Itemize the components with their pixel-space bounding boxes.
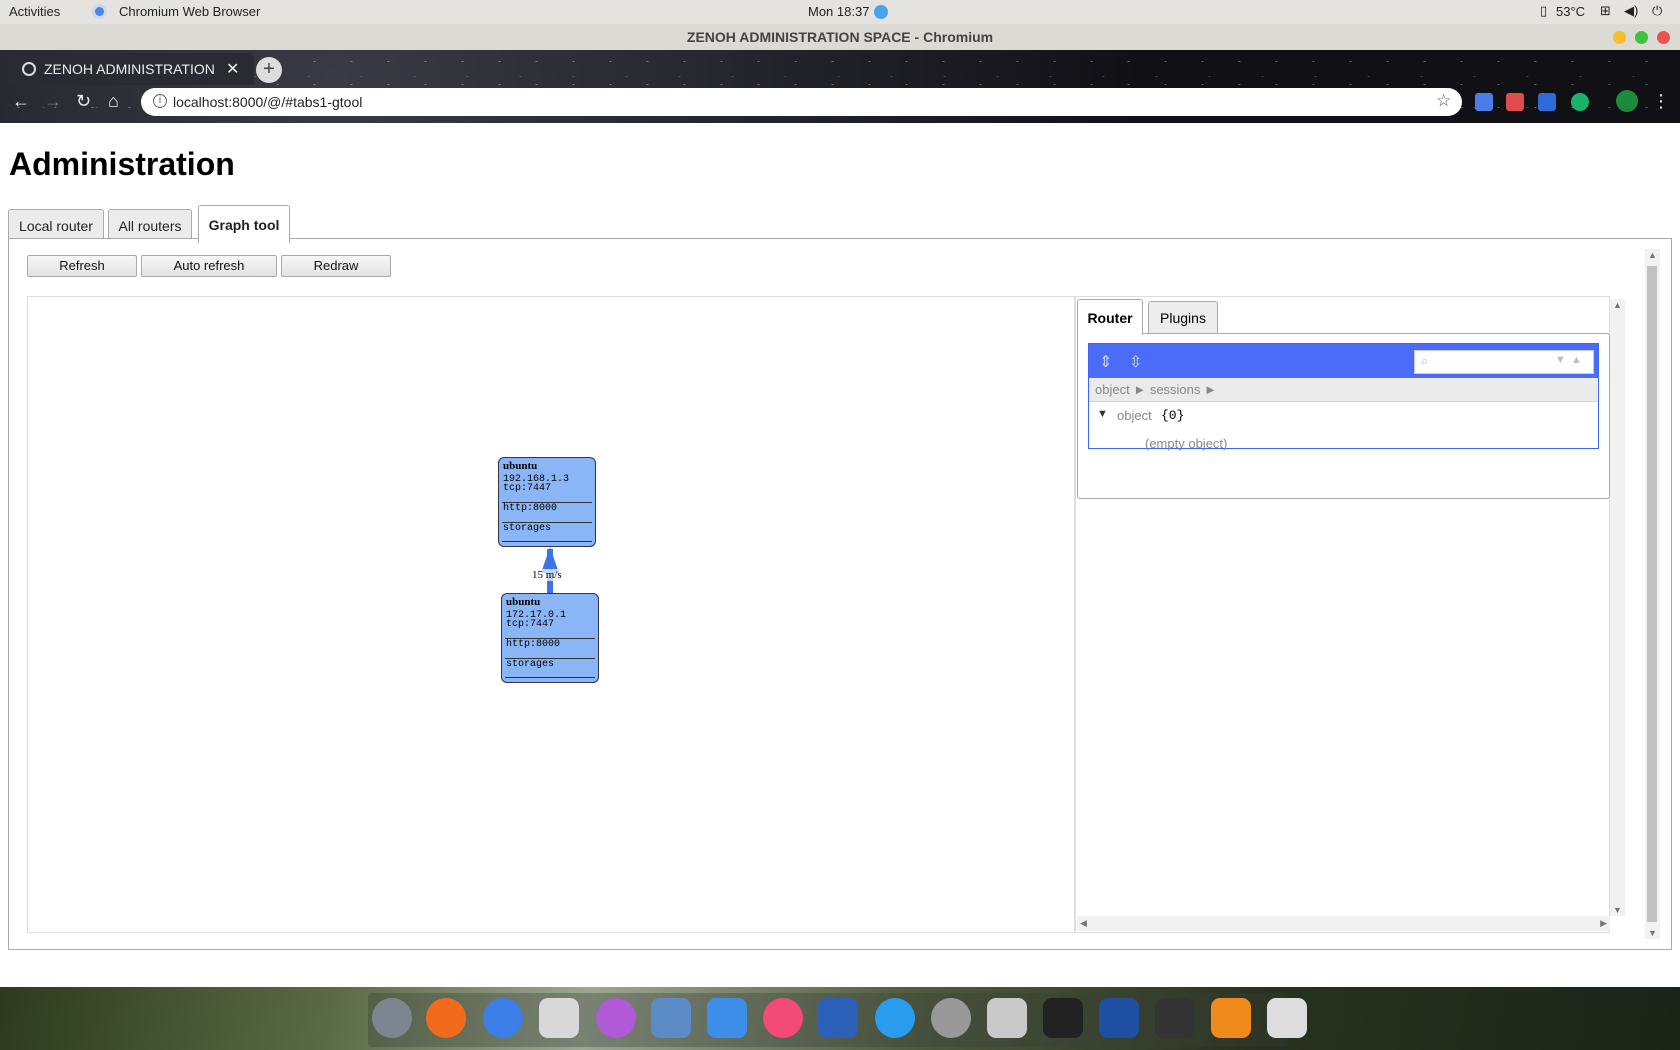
page-title: Administration <box>9 146 235 182</box>
home-button[interactable]: ⌂ <box>108 91 119 112</box>
app-icon[interactable] <box>596 998 636 1038</box>
node-divider <box>502 541 592 542</box>
app-menu[interactable]: Chromium Web Browser <box>119 4 260 19</box>
app-store-icon[interactable] <box>875 998 915 1038</box>
tab-title: ZENOH ADMINISTRATION <box>44 61 215 77</box>
volume-icon[interactable]: ◀) <box>1624 3 1638 19</box>
browser-tab[interactable]: ZENOH ADMINISTRATION ✕ <box>8 53 254 85</box>
scrollbar-thumb[interactable] <box>1647 266 1657 922</box>
monitor-icon[interactable] <box>1099 998 1139 1038</box>
translate-extension-icon[interactable] <box>1475 93 1493 111</box>
photos-icon[interactable] <box>651 998 691 1038</box>
node-locator: tcp:7447 <box>506 619 555 630</box>
breadcrumb-sessions[interactable]: sessions <box>1150 382 1201 397</box>
url-text: localhost:8000/@/#tabs1-gtool <box>173 94 363 110</box>
detail-horizontal-scrollbar[interactable]: ◀ ▶ <box>1077 916 1610 931</box>
back-button[interactable]: ← <box>12 91 30 112</box>
extension-icon[interactable] <box>1538 93 1556 111</box>
empty-object-text: (empty object) <box>1145 436 1228 451</box>
sublime-icon[interactable] <box>1155 998 1195 1038</box>
profile-avatar[interactable] <box>1616 90 1638 112</box>
node-name: ubuntu <box>506 596 541 608</box>
json-editor: ⇕ ⇳ ⌕ ▼ ▲ object ► sessions ► ▼ object {… <box>1088 343 1599 451</box>
power-icon[interactable]: ⏻ <box>1652 3 1662 19</box>
scroll-left-icon[interactable]: ◀ <box>1080 918 1087 929</box>
chromium-app-icon <box>92 4 107 19</box>
close-tab-icon[interactable]: ✕ <box>226 59 239 79</box>
extension-icon[interactable] <box>1506 93 1524 111</box>
expand-toggle-icon[interactable]: ▼ <box>1097 408 1108 420</box>
refresh-button[interactable]: Refresh <box>27 255 137 277</box>
settings-icon[interactable] <box>931 998 971 1038</box>
scroll-up-icon[interactable]: ▲ <box>1648 250 1657 260</box>
breadcrumb-separator-icon: ► <box>1204 382 1217 397</box>
scroll-right-icon[interactable]: ▶ <box>1600 918 1607 929</box>
node-storages: storages <box>506 659 555 670</box>
json-breadcrumb: object ► sessions ► <box>1089 378 1598 402</box>
reload-button[interactable]: ↻ <box>76 91 91 112</box>
redraw-button[interactable]: Redraw <box>281 255 391 277</box>
graph-node[interactable]: ubuntu 192.168.1.3 tcp:7447 http:8000 st… <box>498 457 596 547</box>
graph-node[interactable]: ubuntu 172.17.0.1 tcp:7447 http:8000 sto… <box>501 593 599 683</box>
clock[interactable]: Mon 18:37 <box>808 4 869 19</box>
tab-router[interactable]: Router <box>1077 299 1143 335</box>
browser-menu-icon[interactable]: ⋮ <box>1652 91 1670 112</box>
node-divider <box>505 677 595 678</box>
weather-icon <box>874 5 888 19</box>
globe-icon <box>22 62 36 76</box>
word-icon[interactable] <box>818 998 858 1038</box>
breadcrumb-object[interactable]: object <box>1095 382 1130 397</box>
json-editor-menu: ⇕ ⇳ ⌕ ▼ ▲ <box>1089 344 1598 378</box>
edge-label: 15 m/s <box>532 569 562 581</box>
scroll-up-icon[interactable]: ▲ <box>1613 300 1622 310</box>
firefox-icon[interactable] <box>426 998 466 1038</box>
json-search-input[interactable]: ⌕ ▼ ▲ <box>1414 350 1594 374</box>
node-storages: storages <box>503 523 552 534</box>
maximize-button[interactable] <box>1635 31 1648 44</box>
expand-all-icon[interactable]: ⇕ <box>1099 352 1112 372</box>
vlc-icon[interactable] <box>1211 998 1251 1038</box>
auto-refresh-button[interactable]: Auto refresh <box>141 255 277 277</box>
tree-root-label: object <box>1117 408 1152 423</box>
launcher-icon[interactable] <box>372 998 412 1038</box>
network-icon[interactable]: ⊞ <box>1600 3 1611 19</box>
forward-button[interactable]: → <box>44 91 62 112</box>
camera-icon[interactable] <box>1267 998 1307 1038</box>
new-tab-button[interactable]: + <box>256 57 282 83</box>
search-icon: ⌕ <box>1421 353 1429 368</box>
terminal-icon[interactable] <box>1043 998 1083 1038</box>
node-http: http:8000 <box>506 639 561 650</box>
browser-toolbar: ZENOH ADMINISTRATION ✕ + ← → ↻ ⌂ i local… <box>0 50 1680 123</box>
breadcrumb-separator-icon: ► <box>1133 382 1150 397</box>
preview-icon[interactable] <box>539 998 579 1038</box>
scroll-down-icon[interactable]: ▼ <box>1648 928 1657 938</box>
site-info-icon[interactable]: i <box>153 94 167 108</box>
temperature-indicator[interactable]: 53°C <box>1556 4 1585 19</box>
close-window-button[interactable] <box>1657 31 1670 44</box>
tab-plugins[interactable]: Plugins <box>1148 301 1218 334</box>
tree-root-count: {0} <box>1161 408 1185 423</box>
detail-vertical-scrollbar[interactable]: ▲ ▼ <box>1610 299 1625 916</box>
thermometer-icon: ▯ <box>1540 3 1548 18</box>
window-title: ZENOH ADMINISTRATION SPACE - Chromium <box>686 29 994 45</box>
search-next-icon[interactable]: ▼ <box>1555 354 1566 366</box>
tab-graph-tool[interactable]: Graph tool <box>198 205 290 243</box>
window-title-bar: ZENOH ADMINISTRATION SPACE - Chromium <box>0 24 1680 50</box>
bookmark-star-icon[interactable]: ☆ <box>1436 91 1451 111</box>
address-bar[interactable]: i localhost:8000/@/#tabs1-gtool ☆ <box>141 88 1462 116</box>
chromium-icon[interactable] <box>483 998 523 1038</box>
node-http: http:8000 <box>503 503 558 514</box>
node-locator: tcp:7447 <box>503 483 552 494</box>
search-previous-icon[interactable]: ▲ <box>1571 354 1582 366</box>
music-icon[interactable] <box>763 998 803 1038</box>
app-icon[interactable] <box>987 998 1027 1038</box>
collapse-all-icon[interactable]: ⇳ <box>1129 352 1142 372</box>
system-top-bar: Activities Chromium Web Browser Mon 18:3… <box>0 0 1680 24</box>
grammarly-icon[interactable] <box>1571 93 1589 111</box>
finder-icon[interactable] <box>707 998 747 1038</box>
scroll-down-icon[interactable]: ▼ <box>1613 905 1622 915</box>
activities-button[interactable]: Activities <box>9 4 60 19</box>
node-name: ubuntu <box>503 460 538 472</box>
minimize-button[interactable] <box>1613 31 1626 44</box>
